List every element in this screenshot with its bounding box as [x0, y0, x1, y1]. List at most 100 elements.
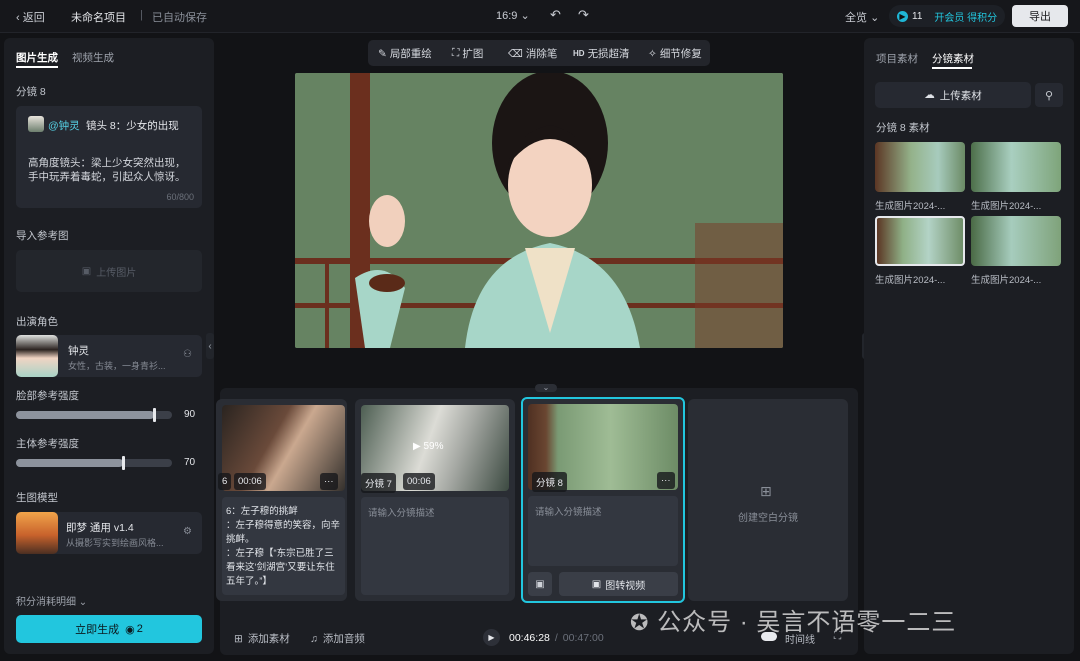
storyboard-shot-6[interactable]: 6 00:06 ··· 6：左子穆的挑衅 ：左子穆得意的笑容，向辛挑衅。 ：左子… [216, 399, 347, 601]
active-tab-indicator [16, 66, 58, 68]
music-icon: ♫ [310, 632, 318, 645]
character-card[interactable]: 钟灵 女性，古装，一身青衫... ⚇ [16, 335, 202, 377]
ratio-select[interactable]: 16:9 ⌄ [496, 9, 530, 22]
project-name[interactable]: 未命名项目 [71, 9, 126, 25]
slider-knob[interactable] [153, 408, 156, 422]
time-current: 00:46:28 [509, 632, 550, 644]
video-icon: ▣ [591, 578, 602, 590]
add-media-icon: ⊞ [234, 632, 243, 645]
filter-icon[interactable]: ⚲ [1035, 83, 1063, 107]
asset-caption: 生成图片2024-... [971, 275, 1042, 286]
more-icon[interactable]: ··· [657, 472, 675, 489]
collapse-left-handle[interactable]: ‹ [206, 333, 214, 359]
play-button[interactable]: ▶ [483, 629, 500, 646]
person-icon[interactable]: ⚇ [183, 349, 192, 360]
membership-badge[interactable]: ▶ 11 开会员 得积分 [889, 5, 1005, 27]
model-name: 即梦 通用 v1.4 [66, 522, 134, 534]
add-frame-icon: ⊞ [760, 483, 772, 499]
add-material-button[interactable]: ⊞ 添加素材 [234, 631, 290, 646]
image-icon: ▣ [81, 265, 92, 277]
add-audio-button[interactable]: ♫ 添加音频 [310, 631, 365, 646]
credit-icon: ▶ [897, 10, 908, 22]
watermark: ✪ 公众号 · 吴言不语零一二三 [630, 602, 956, 637]
left-panel: 图片生成 视频生成 分镜 8 @钟灵 镜头 8：少女的出现 高角度镜头：梁上少女… [4, 38, 214, 654]
back-button[interactable]: ‹ 返回 [16, 9, 45, 25]
image-icon[interactable]: ▣ [528, 572, 552, 596]
tool-upscale[interactable]: HD 无损超清 [573, 46, 630, 61]
member-label: 开会员 得积分 [934, 12, 998, 24]
slider-fill [16, 411, 154, 419]
brush-icon: ✎ [378, 47, 387, 60]
create-blank-shot[interactable]: ⊞ 创建空白分镜 [688, 399, 848, 601]
playback-time: 00:46:28 / 00:47:00 [509, 632, 604, 644]
shot-description[interactable]: 6：左子穆的挑衅 ：左子穆得意的笑容，向辛挑衅。 ：左子穆【“东宗已胜了三看来这… [222, 497, 345, 595]
shot-duration: 00:06 [403, 473, 435, 490]
image-to-video-button[interactable]: ▣ 图转视频 [559, 572, 678, 596]
undo-icon[interactable]: ↶ [550, 7, 561, 23]
character-avatar [16, 335, 58, 377]
tool-label: 无损超清 [587, 48, 630, 60]
cost-label: 积分消耗明细 [16, 597, 76, 608]
shot-title: 分镜 8 [16, 86, 46, 98]
generated-image[interactable] [295, 73, 783, 348]
prompt-text: 高角度镜头：梁上少女突然出现，手中玩弄着毒蛇，引起众人惊讶。 [28, 157, 186, 182]
wechat-icon: ✪ [630, 610, 650, 635]
character-name: 钟灵 [68, 345, 89, 357]
asset-thumbnail[interactable] [971, 142, 1061, 192]
shot-description-input[interactable]: 请输入分镜描述 [361, 497, 509, 595]
upload-image-button[interactable]: ▣ 上传图片 [16, 250, 202, 292]
asset-caption: 生成图片2024-... [875, 275, 946, 286]
right-panel: 项目素材 分镜素材 ☁ 上传素材 ⚲ 分镜 8 素材 生成图片2024-... 生… [864, 38, 1074, 654]
more-icon[interactable]: ··· [320, 473, 338, 490]
cost-details-link[interactable]: 积分消耗明细 ⌄ [16, 593, 87, 608]
storyboard-shot-8[interactable]: 分镜 8 ··· 请输入分镜描述 ▣ ▣ 图转视频 [521, 397, 685, 603]
shot-description-input[interactable]: 请输入分镜描述 [528, 496, 678, 566]
generate-cost: 2 [136, 623, 143, 635]
export-button[interactable]: 导出 [1012, 5, 1068, 27]
asset-thumbnail-selected[interactable] [875, 216, 965, 266]
asset-caption: 生成图片2024-... [971, 201, 1042, 212]
storyboard-shot-7[interactable]: ▶ 59% 分镜 7 00:06 请输入分镜描述 [355, 399, 515, 601]
watermark-text: 公众号 · 吴言不语零一二三 [657, 609, 957, 636]
shot-assets-label: 分镜 8 素材 [876, 122, 930, 134]
asset-thumbnail[interactable] [875, 142, 965, 192]
model-card[interactable]: 即梦 通用 v1.4 从摄影写实到绘画风格... ⚙ [16, 512, 202, 554]
tab-project-assets[interactable]: 项目素材 [876, 51, 918, 66]
ref-image-label: 导入参考图 [16, 230, 69, 242]
redo-icon[interactable]: ↷ [578, 7, 589, 23]
tool-label: 局部重绘 [389, 48, 432, 60]
tab-video-gen[interactable]: 视频生成 [72, 50, 114, 65]
tool-label: 消除笔 [525, 48, 558, 60]
ratio-value: 16:9 [496, 10, 518, 22]
upload-image-label: 上传图片 [96, 267, 137, 279]
autosave-status: 已自动保存 [152, 12, 207, 24]
add-material-label: 添加素材 [247, 633, 290, 645]
tab-image-gen[interactable]: 图片生成 [16, 50, 58, 65]
generate-button[interactable]: 立即生成 ◉ 2 [16, 615, 202, 643]
collapse-storyboard-handle[interactable]: ⌄ [535, 384, 557, 392]
character-mention: @钟灵 [48, 120, 80, 132]
settings-icon[interactable]: ⚙ [183, 526, 192, 537]
top-bar: ‹ 返回 未命名项目 | 已自动保存 16:9 ⌄ ↶ ↷ 全览 ⌄ ▶ 11 … [0, 0, 1080, 33]
asset-thumbnail[interactable] [971, 216, 1061, 266]
portrait-illustration [295, 73, 783, 348]
tool-inpaint[interactable]: ✎ 局部重绘 [378, 46, 432, 61]
tool-detail-fix[interactable]: ✧ 细节修复 [648, 46, 702, 61]
tab-shot-assets[interactable]: 分镜素材 [932, 51, 974, 66]
tool-expand[interactable]: ⛶ 扩图 [452, 46, 483, 61]
body-strength-slider[interactable] [16, 456, 172, 470]
credit-count: 11 [912, 10, 923, 22]
image-toolbar: ✎ 局部重绘 ⛶ 扩图 ⌫ 消除笔 HD 无损超清 ✧ 细节修复 [368, 40, 710, 66]
upload-material-button[interactable]: ☁ 上传素材 [875, 82, 1031, 108]
face-strength-slider[interactable] [16, 408, 172, 422]
slider-knob[interactable] [122, 456, 125, 470]
prompt-box[interactable]: @钟灵 镜头 8：少女的出现 高角度镜头：梁上少女突然出现，手中玩弄着毒蛇，引起… [16, 106, 202, 208]
model-thumbnail [16, 512, 58, 554]
add-audio-label: 添加音频 [322, 633, 365, 645]
create-blank-label: 创建空白分镜 [738, 513, 798, 524]
view-select[interactable]: 全览 ⌄ [845, 9, 879, 25]
eraser-icon: ⌫ [508, 47, 523, 60]
tool-eraser[interactable]: ⌫ 消除笔 [508, 46, 557, 61]
prompt-heading: 镜头 8：少女的出现 [86, 120, 179, 132]
shot-label: 分镜 7 [361, 473, 396, 493]
